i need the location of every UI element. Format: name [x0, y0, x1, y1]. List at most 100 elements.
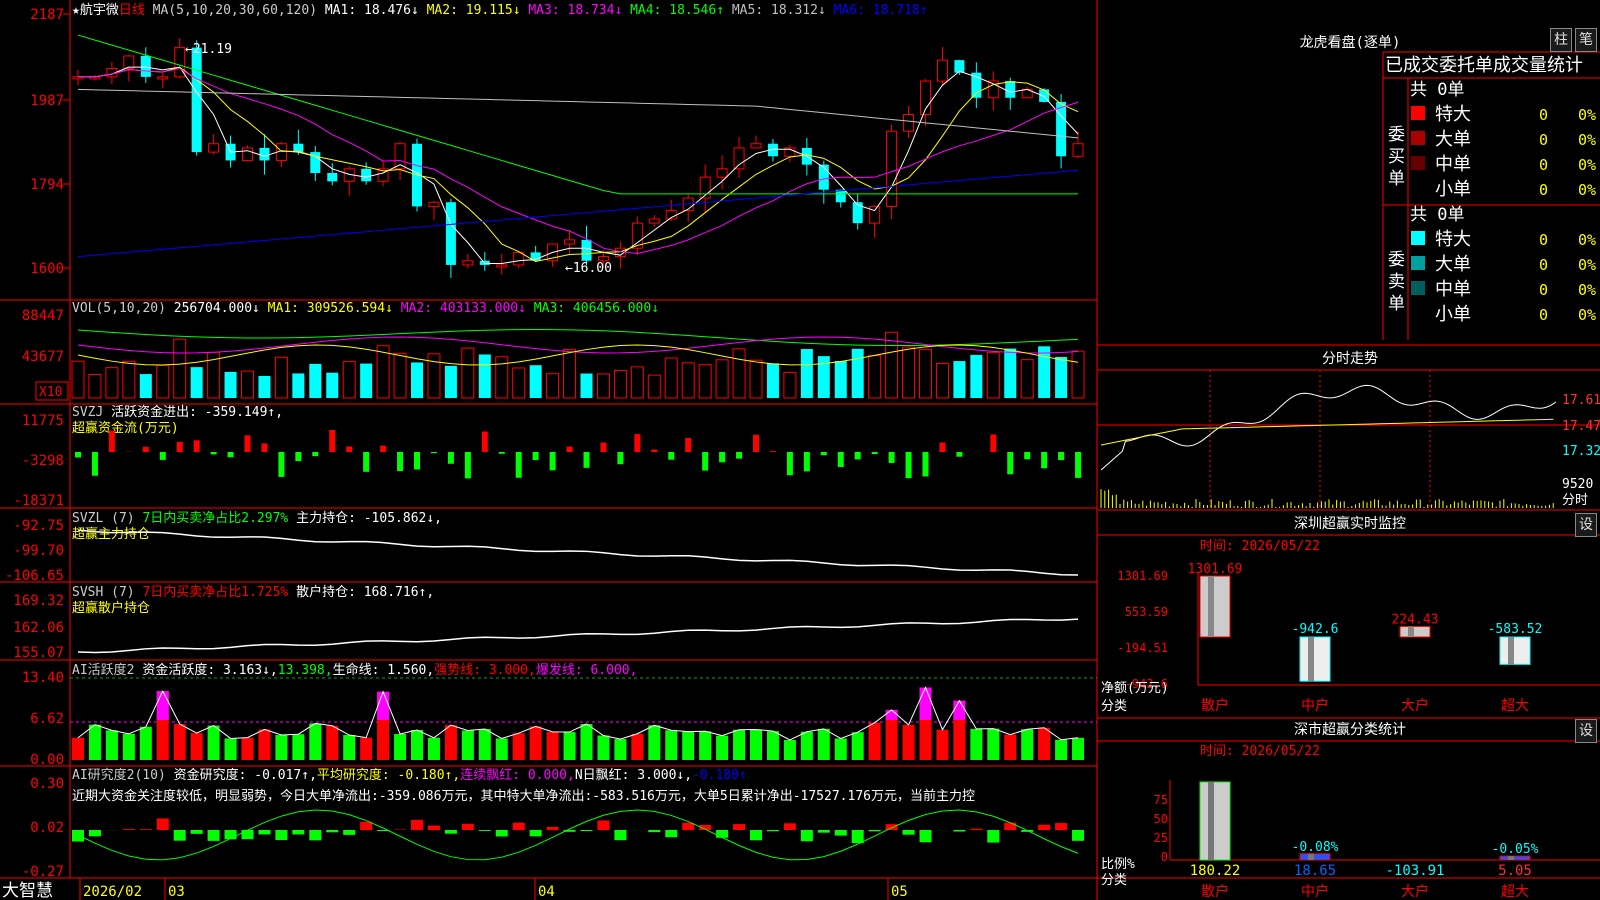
- volume-bar-up: [783, 371, 797, 399]
- volume-bar-down: [258, 375, 271, 398]
- buy-row-volume: 0: [1539, 156, 1548, 174]
- research-bar-neg: [241, 830, 254, 840]
- candle-down: [581, 239, 592, 261]
- research-bar-pos: [360, 821, 373, 830]
- y-tick-label: 88447: [22, 308, 64, 324]
- sell-side-label: 单: [1388, 294, 1405, 314]
- monitor-time: 时间: 2026/05/22: [1200, 539, 1320, 554]
- buy-row-label: 小单: [1435, 179, 1471, 200]
- research-bar-neg: [800, 830, 813, 842]
- activity-bar: [478, 729, 491, 760]
- volume-bar-down: [444, 365, 457, 398]
- volume-bar-up: [715, 359, 729, 399]
- buy-row-percent: 0%: [1578, 156, 1596, 174]
- volume-bar-up: [342, 361, 356, 399]
- volume-bar-up: [173, 338, 187, 399]
- fund-bar-out: [803, 452, 810, 472]
- research-bar-neg: [1072, 830, 1085, 841]
- candle-up: [462, 260, 474, 266]
- activity-bar: [1072, 737, 1085, 760]
- buy-row-percent: 0%: [1578, 131, 1596, 149]
- activity-bar: [394, 733, 407, 760]
- monitor-bar-value: 1301.69: [1188, 562, 1243, 577]
- activity-bar: [682, 731, 695, 760]
- research-bar-pos: [597, 820, 610, 830]
- activity-bar: [88, 724, 101, 760]
- ai-active-header: AI活跃度2 资金活跃度: 3.163↓,13.398,生命线: 1.560,强…: [72, 662, 637, 678]
- activity-bar: [190, 733, 203, 760]
- candle-up: [496, 264, 508, 268]
- volume-bar-up: [885, 331, 899, 399]
- research-bar-neg: [258, 830, 271, 835]
- candle-down: [327, 172, 338, 182]
- activity-bar: [766, 731, 779, 760]
- classify-settings-button[interactable]: 设: [1575, 719, 1597, 743]
- classify-title: 深市超赢分类统计: [1294, 721, 1406, 738]
- classify-bar-shade: [1208, 782, 1214, 860]
- fund-bar-out: [414, 452, 420, 470]
- research-bar-pos: [733, 824, 746, 830]
- fund-bar-in: [939, 442, 946, 452]
- research-bar-pos: [156, 818, 169, 830]
- volume-bar-up: [647, 374, 661, 399]
- fund-bar-out: [922, 452, 929, 477]
- fund-bar-in: [481, 431, 488, 452]
- buy-order-count: 共 0单: [1410, 80, 1464, 100]
- volume-bar-up: [935, 363, 949, 399]
- fund-bar-out: [1058, 452, 1065, 460]
- research-bar-neg: [72, 830, 84, 842]
- intraday-price-low: 17.32: [1562, 444, 1600, 459]
- research-bar-neg: [665, 830, 678, 838]
- research-bar-neg: [851, 830, 864, 843]
- activity-bar: [834, 738, 847, 760]
- monitor-bar: [1399, 625, 1431, 638]
- classify-bar-label: -0.08%: [1292, 840, 1339, 855]
- y-tick-label: -99.70: [13, 543, 64, 559]
- research-bar-neg: [919, 830, 932, 843]
- candle-down: [191, 47, 202, 153]
- activity-bar: [1038, 727, 1051, 760]
- classify-bar: [1199, 781, 1231, 861]
- buy-side-label: 单: [1388, 169, 1405, 189]
- activity-bar: [495, 738, 508, 760]
- stock-chart-canvas[interactable]: ★航宇微日线 MA(5,10,20,30,60,120) MA1: 18.476…: [0, 0, 1600, 900]
- sell-row-percent: 0%: [1578, 281, 1596, 299]
- sell-side-label: 卖: [1388, 272, 1405, 292]
- activity-bar: [173, 724, 186, 760]
- research-bar-neg: [902, 830, 915, 835]
- sell-row-label: 小单: [1435, 304, 1471, 325]
- activity-bar: [444, 725, 457, 760]
- monitor-bar-shade: [1508, 637, 1514, 665]
- fund-bar-out: [1041, 452, 1048, 469]
- monitor-bar-value: -942.6: [1292, 622, 1339, 637]
- research-bar-pos: [512, 822, 525, 830]
- volume-bar-up: [563, 349, 577, 399]
- research-bar-neg: [88, 830, 101, 837]
- y-tick-label: -18371: [13, 493, 64, 509]
- tab-bar-view-button[interactable]: 柱: [1550, 28, 1572, 52]
- volume-bar-down: [309, 363, 322, 398]
- fund-bar-out: [91, 452, 98, 476]
- monitor-bar-shade: [1208, 576, 1214, 637]
- research-bar-neg: [750, 830, 762, 841]
- order-stats-header: 已成交委托单成交量统计: [1385, 55, 1583, 76]
- y-tick-label: -92.75: [13, 518, 64, 534]
- candle-up: [750, 143, 762, 149]
- y-tick-label: 162.06: [13, 620, 64, 636]
- activity-bar-burst: [885, 709, 898, 720]
- activity-bar: [902, 724, 915, 760]
- buy-row-label: 中单: [1435, 154, 1471, 175]
- tab-tick-view-button[interactable]: 笔: [1575, 28, 1597, 52]
- sell-row-label: 特大: [1435, 229, 1471, 250]
- classify-category: 超大: [1501, 884, 1529, 900]
- monitor-settings-button[interactable]: 设: [1575, 513, 1597, 537]
- fund-bar-in: [193, 440, 200, 452]
- classify-value: 18.65: [1294, 863, 1336, 879]
- volume-bar-up: [986, 351, 1000, 399]
- fund-bar-out: [854, 452, 861, 460]
- activity-bar: [733, 729, 746, 760]
- monitor-bar: [1299, 636, 1331, 682]
- buy-row-swatch: [1411, 156, 1425, 170]
- monitor-category: 中户: [1301, 697, 1329, 714]
- fund-bar-in: [651, 449, 658, 452]
